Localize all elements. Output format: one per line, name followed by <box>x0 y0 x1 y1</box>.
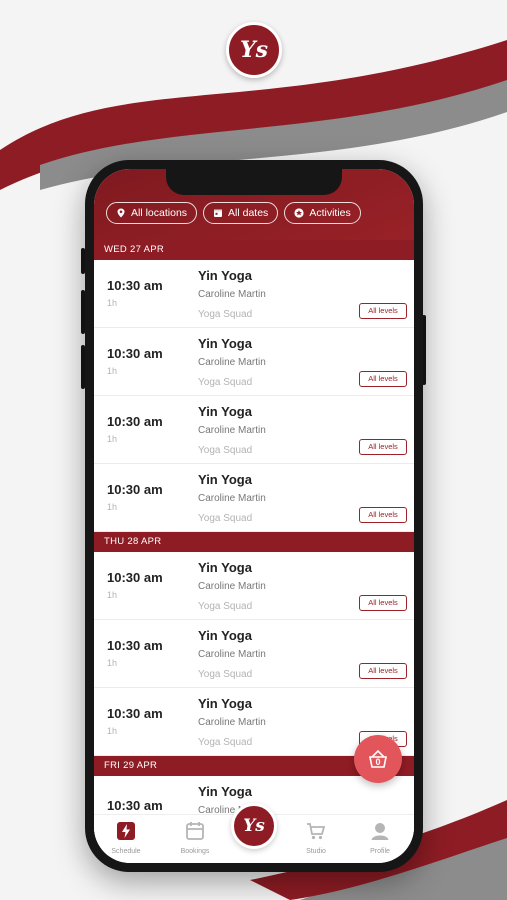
class-title: Yin Yoga <box>198 268 252 283</box>
phone-notch <box>166 169 342 195</box>
app-screen: All locations All dates Activities WED 2… <box>94 169 414 863</box>
class-title: Yin Yoga <box>198 472 252 487</box>
nav-home-logo-text: Ys <box>243 816 265 836</box>
brand-logo-text: Ys <box>239 37 269 63</box>
nav-studio[interactable]: Studio <box>284 815 348 863</box>
class-studio: Yoga Squad <box>198 513 253 524</box>
cart-count: 0 <box>375 757 381 767</box>
class-duration: 1h <box>107 726 118 736</box>
class-row[interactable]: 10:30 am 1h Yin Yoga Caroline Martin Yog… <box>94 396 414 464</box>
class-duration: 1h <box>107 366 118 376</box>
filter-locations-label: All locations <box>131 207 188 219</box>
class-teacher: Caroline Martin <box>198 717 266 728</box>
brand-logo: Ys <box>226 22 282 78</box>
filter-activities-label: Activities <box>309 207 351 219</box>
class-teacher: Caroline Martin <box>198 289 266 300</box>
nav-bookings[interactable]: Bookings <box>163 815 227 863</box>
class-time: 10:30 am <box>107 638 163 653</box>
class-row[interactable]: 10:30 am 1h Yin Yoga Caroline Martin Yog… <box>94 260 414 328</box>
phone-frame: All locations All dates Activities WED 2… <box>85 160 423 872</box>
cart-button[interactable]: 0 <box>354 735 402 783</box>
class-teacher: Caroline Martin <box>198 649 266 660</box>
class-studio: Yoga Squad <box>198 737 253 748</box>
class-row[interactable]: 10:30 am 1h Yin Yoga Caroline Martin Yog… <box>94 464 414 532</box>
class-time: 10:30 am <box>107 570 163 585</box>
class-teacher: Caroline Martin <box>198 357 266 368</box>
class-title: Yin Yoga <box>198 696 252 711</box>
class-row[interactable]: 10:30 am 1h Yin Yoga Caroline Martin Yog… <box>94 620 414 688</box>
day-header: THU 28 APR <box>94 532 414 552</box>
class-teacher: Caroline Martin <box>198 425 266 436</box>
level-badge: All levels <box>359 439 407 455</box>
class-row[interactable]: 10:30 am 1h Yin Yoga Caroline Martin Yog… <box>94 328 414 396</box>
class-duration: 1h <box>107 590 118 600</box>
nav-home-logo[interactable]: Ys <box>231 803 277 849</box>
class-time: 10:30 am <box>107 798 163 813</box>
day-header: WED 27 APR <box>94 240 414 260</box>
class-title: Yin Yoga <box>198 560 252 575</box>
class-duration: 1h <box>107 658 118 668</box>
promo-stage: Ys All locations All dates Activities WE… <box>0 0 507 900</box>
calendar-icon <box>186 822 204 840</box>
nav-bookings-label: Bookings <box>180 848 210 855</box>
cart-icon <box>307 823 326 840</box>
class-title: Yin Yoga <box>198 336 252 351</box>
level-badge: All levels <box>359 371 407 387</box>
level-badge: All levels <box>359 663 407 679</box>
class-studio: Yoga Squad <box>198 377 253 388</box>
star-icon <box>294 208 304 218</box>
filter-dates[interactable]: All dates <box>203 202 279 224</box>
class-studio: Yoga Squad <box>198 601 253 612</box>
nav-profile[interactable]: Profile <box>348 815 412 863</box>
nav-profile-label: Profile <box>370 848 390 855</box>
nav-schedule-label: Schedule <box>111 848 141 855</box>
class-time: 10:30 am <box>107 346 163 361</box>
class-title: Yin Yoga <box>198 628 252 643</box>
calendar-icon <box>214 209 223 217</box>
nav-schedule[interactable]: Schedule <box>94 815 158 863</box>
class-studio: Yoga Squad <box>198 669 253 680</box>
class-time: 10:30 am <box>107 482 163 497</box>
bottom-nav: Schedule Bookings Ys Studio Profile <box>94 803 414 863</box>
user-icon <box>371 823 389 840</box>
filter-dates-label: All dates <box>228 207 269 219</box>
filter-chips: All locations All dates Activities <box>106 202 361 224</box>
class-title: Yin Yoga <box>198 784 252 799</box>
class-duration: 1h <box>107 434 118 444</box>
class-time: 10:30 am <box>107 706 163 721</box>
class-duration: 1h <box>107 502 118 512</box>
level-badge: All levels <box>359 303 407 319</box>
class-time: 10:30 am <box>107 414 163 429</box>
level-badge: All levels <box>359 595 407 611</box>
class-teacher: Caroline Martin <box>198 581 266 592</box>
class-row[interactable]: 10:30 am 1h Yin Yoga Caroline Martin Yog… <box>94 552 414 620</box>
class-duration: 1h <box>107 298 118 308</box>
schedule-bolt-icon <box>117 822 135 840</box>
class-studio: Yoga Squad <box>198 309 253 320</box>
class-time: 10:30 am <box>107 278 163 293</box>
filter-activities[interactable]: Activities <box>284 202 361 224</box>
class-studio: Yoga Squad <box>198 445 253 456</box>
filter-locations[interactable]: All locations <box>106 202 198 224</box>
class-teacher: Caroline Martin <box>198 493 266 504</box>
class-title: Yin Yoga <box>198 404 252 419</box>
level-badge: All levels <box>359 507 407 523</box>
location-pin-icon <box>117 208 125 218</box>
nav-studio-label: Studio <box>306 848 326 855</box>
